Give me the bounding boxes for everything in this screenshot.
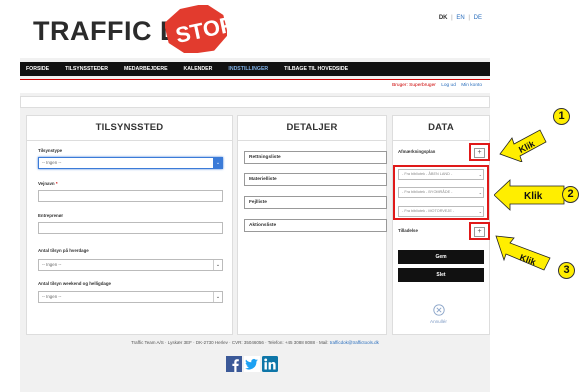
- header: TRAFFIC DOK STOP DK | EN | DE: [20, 0, 490, 58]
- panel-title: DATA: [428, 122, 454, 133]
- footer-text: Traffic Team A/S · Lyskær 3EF · DK-2730 …: [131, 340, 379, 345]
- rettningsliste-button[interactable]: Rettningsliste: [244, 151, 387, 164]
- twitter-icon[interactable]: [244, 356, 260, 372]
- nav-item-tilbage[interactable]: TILBAGE TIL HOVEDSIDE: [284, 66, 348, 72]
- vejnavn-input[interactable]: [38, 190, 223, 202]
- klik-label: Klik: [524, 191, 543, 202]
- stop-sign-icon: STOP: [165, 5, 227, 53]
- library-select-motorveje[interactable]: - Fra bibliotek - MOTORVEJE - ⌄: [398, 206, 484, 217]
- weekend-select[interactable]: -- Ingen -- ⌄: [38, 291, 223, 303]
- klik-arrow-2: Klik: [494, 179, 565, 211]
- weekend-label: Antal tilsyn weekend og helligdage: [38, 281, 111, 286]
- entreprenor-input[interactable]: [38, 222, 223, 234]
- tilsynstype-select[interactable]: -- Ingen -- ⌄: [38, 157, 223, 169]
- klik-arrow-3: Klik: [495, 235, 551, 271]
- footer-email-link[interactable]: trafficdok@traffictools.dk: [330, 340, 379, 345]
- chevron-down-icon: ⌄: [478, 190, 482, 195]
- step-number-1: 1: [553, 108, 570, 125]
- user-label: Bruger: Superbruger: [392, 83, 436, 88]
- annuller-link[interactable]: Annullér: [430, 319, 447, 324]
- chevron-down-icon: ⌄: [213, 158, 222, 168]
- step-number-2: 2: [562, 186, 579, 203]
- user-bar: Bruger: Superbruger Log ud Min konto: [20, 79, 490, 93]
- aktionsliste-button[interactable]: Aktionsliste: [244, 219, 387, 232]
- nav-item-indstillinger[interactable]: INDSTILLINGER: [228, 66, 268, 72]
- tilladelse-label: Tilladelse: [398, 228, 418, 233]
- panel-title: DETALJER: [286, 122, 338, 133]
- lang-de[interactable]: DE: [474, 15, 482, 21]
- tilsynstype-label: Tilsynstype: [38, 148, 63, 153]
- materielliste-button[interactable]: Materielliste: [244, 173, 387, 186]
- hverdage-select[interactable]: -- Ingen -- ⌄: [38, 259, 223, 271]
- main-nav: FORSIDE TILSYNSSTEDER MEDARBEJDERE KALEN…: [20, 62, 490, 76]
- nav-item-kalender[interactable]: KALENDER: [184, 66, 213, 72]
- highlight-box-3: [469, 222, 490, 240]
- chevron-down-icon: ⌄: [213, 260, 222, 270]
- info-strip: [20, 96, 490, 108]
- linkedin-icon[interactable]: [262, 356, 278, 372]
- vejnavn-label: Vejnavn *: [38, 181, 58, 186]
- chevron-down-icon: ⌄: [213, 292, 222, 302]
- step-number-3: 3: [558, 262, 575, 279]
- slet-button[interactable]: Slet: [398, 268, 484, 282]
- chevron-down-icon: ⌄: [478, 209, 482, 214]
- entreprenor-label: Entreprenør: [38, 213, 64, 218]
- nav-item-medarbejdere[interactable]: MEDARBEJDERE: [124, 66, 168, 72]
- lang-sep: |: [451, 15, 453, 21]
- highlight-box-1: [469, 143, 490, 161]
- cancel-icon[interactable]: [433, 304, 445, 316]
- chevron-down-icon: ⌄: [478, 172, 482, 177]
- library-select-byomraade[interactable]: - Fra bibliotek - BYOMRÅDE - ⌄: [398, 187, 484, 198]
- panel-title: TILSYNSSTED: [95, 122, 164, 133]
- fejlliste-button[interactable]: Fejlliste: [244, 196, 387, 209]
- lang-en[interactable]: EN: [456, 15, 464, 21]
- logout-link[interactable]: Log ud: [441, 83, 456, 88]
- nav-item-tilsynssteder[interactable]: TILSYNSSTEDER: [65, 66, 108, 72]
- language-switcher: DK | EN | DE: [437, 15, 482, 21]
- klik-arrow-1: Klik: [499, 129, 547, 162]
- facebook-icon[interactable]: [226, 356, 242, 372]
- library-select-aaben-land[interactable]: - Fra bibliotek - ÅBEN LAND - ⌄: [398, 169, 484, 180]
- lang-sep: |: [468, 15, 470, 21]
- hverdage-label: Antal tilsyn på hverdage: [38, 248, 89, 253]
- lang-dk[interactable]: DK: [439, 15, 448, 21]
- afmaerkning-label: Afmærkningsplan: [398, 149, 436, 154]
- account-link[interactable]: Min konto: [461, 83, 482, 88]
- gem-button[interactable]: Gem: [398, 250, 484, 264]
- nav-item-forside[interactable]: FORSIDE: [26, 66, 49, 72]
